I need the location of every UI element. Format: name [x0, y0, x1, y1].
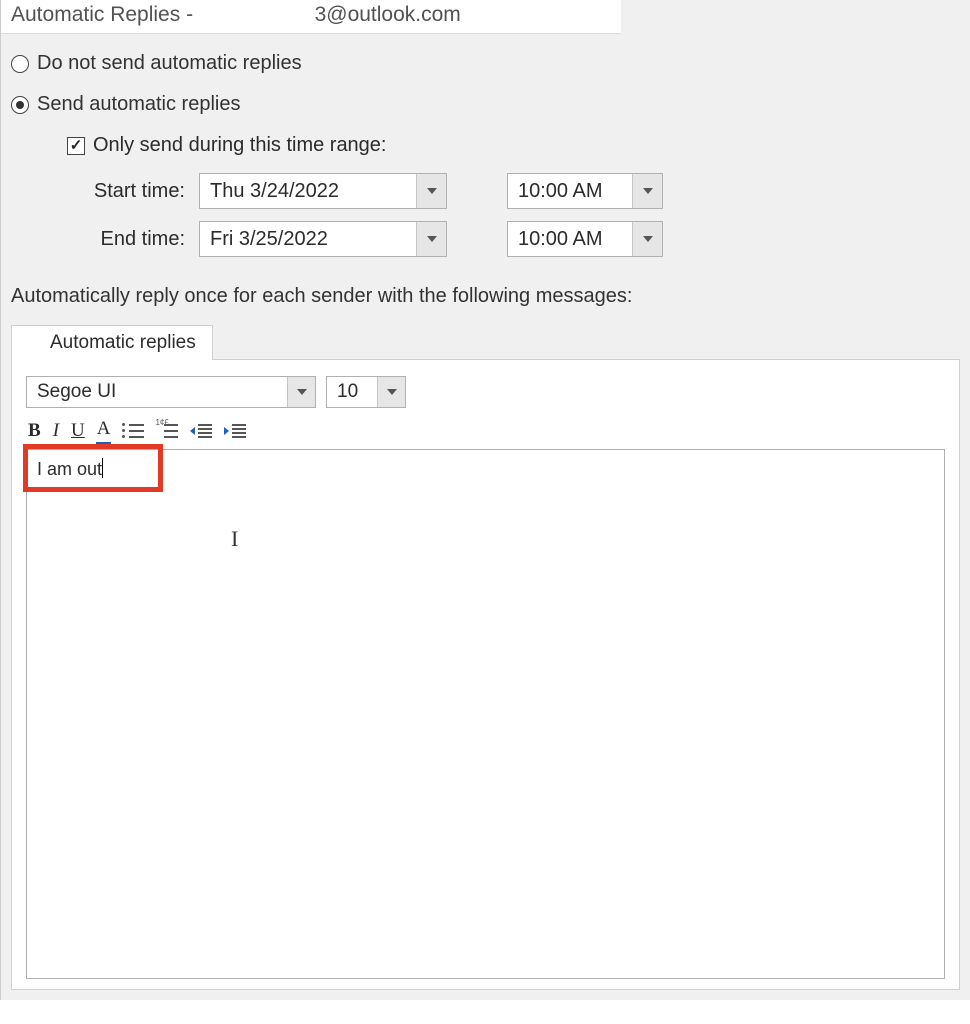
- chevron-down-icon: [643, 236, 653, 242]
- end-time-row: End time: Fri 3/25/2022 10:00 AM: [67, 221, 960, 257]
- checkbox-icon: [67, 137, 85, 155]
- radio-icon: [11, 96, 29, 114]
- title-email-suffix: 3@outlook.com: [315, 3, 461, 27]
- start-time-label: Start time:: [67, 180, 199, 203]
- bullet-list-icon[interactable]: [122, 422, 144, 440]
- globe-icon: [22, 333, 42, 353]
- automatic-replies-tab[interactable]: Automatic replies: [11, 325, 213, 360]
- do-not-send-radio-row[interactable]: Do not send automatic replies: [11, 52, 960, 75]
- outdent-icon[interactable]: [190, 422, 212, 440]
- dropdown-button[interactable]: [632, 222, 662, 256]
- indent-icon[interactable]: [224, 422, 246, 440]
- start-date-picker[interactable]: Thu 3/24/2022: [199, 173, 447, 209]
- tab-strip: Automatic replies Segoe UI 10 B I: [11, 324, 960, 990]
- radio-icon: [11, 55, 29, 73]
- editor-panel: Segoe UI 10 B I U A: [11, 359, 960, 990]
- font-color-button[interactable]: A: [97, 418, 111, 443]
- font-toolbar: Segoe UI 10: [26, 376, 945, 408]
- time-range-checkbox-row[interactable]: Only send during this time range:: [67, 134, 960, 157]
- dropdown-button[interactable]: [632, 174, 662, 208]
- dropdown-button[interactable]: [377, 377, 405, 407]
- chevron-down-icon: [427, 188, 437, 194]
- message-editor[interactable]: I am out I: [26, 449, 945, 979]
- italic-button[interactable]: I: [53, 420, 59, 442]
- underline-button[interactable]: U: [71, 420, 85, 442]
- title-prefix: Automatic Replies -: [11, 3, 193, 27]
- number-list-icon[interactable]: [156, 422, 178, 440]
- time-range-label: Only send during this time range:: [93, 134, 387, 157]
- end-time-value: 10:00 AM: [508, 222, 632, 256]
- chevron-down-icon: [427, 236, 437, 242]
- dropdown-button[interactable]: [416, 222, 446, 256]
- dialog-content: Do not send automatic replies Send autom…: [1, 34, 970, 1000]
- send-label: Send automatic replies: [37, 93, 240, 116]
- send-radio-row[interactable]: Send automatic replies: [11, 93, 960, 116]
- start-time-value: 10:00 AM: [508, 174, 632, 208]
- instruction-text: Automatically reply once for each sender…: [11, 285, 960, 308]
- message-text: I am out: [37, 459, 102, 479]
- chevron-down-icon: [643, 188, 653, 194]
- end-time-picker[interactable]: 10:00 AM: [507, 221, 663, 257]
- start-time-picker[interactable]: 10:00 AM: [507, 173, 663, 209]
- redacted-email-part: xxxxxxxxxxx: [196, 3, 312, 27]
- chevron-down-icon: [297, 389, 307, 395]
- font-size-value: 10: [327, 377, 377, 407]
- dropdown-button[interactable]: [416, 174, 446, 208]
- chevron-down-icon: [387, 389, 397, 395]
- do-not-send-label: Do not send automatic replies: [37, 52, 302, 75]
- automatic-replies-dialog: Automatic Replies - xxxxxxxxxxx 3@outloo…: [0, 0, 970, 1000]
- end-time-label: End time:: [67, 228, 199, 251]
- start-time-row: Start time: Thu 3/24/2022 10:00 AM: [67, 173, 960, 209]
- tab-label: Automatic replies: [50, 332, 196, 354]
- format-toolbar: B I U A: [26, 418, 945, 443]
- start-date-value: Thu 3/24/2022: [200, 174, 416, 208]
- font-size-picker[interactable]: 10: [326, 376, 406, 408]
- send-sub-options: Only send during this time range: Start …: [11, 134, 960, 257]
- dialog-title: Automatic Replies - xxxxxxxxxxx 3@outloo…: [1, 0, 621, 34]
- end-date-picker[interactable]: Fri 3/25/2022: [199, 221, 447, 257]
- font-name-picker[interactable]: Segoe UI: [26, 376, 316, 408]
- font-name-value: Segoe UI: [27, 377, 287, 407]
- dropdown-button[interactable]: [287, 377, 315, 407]
- end-date-value: Fri 3/25/2022: [200, 222, 416, 256]
- bold-button[interactable]: B: [28, 420, 41, 442]
- text-caret: [102, 458, 103, 478]
- ibeam-cursor-icon: I: [231, 526, 238, 552]
